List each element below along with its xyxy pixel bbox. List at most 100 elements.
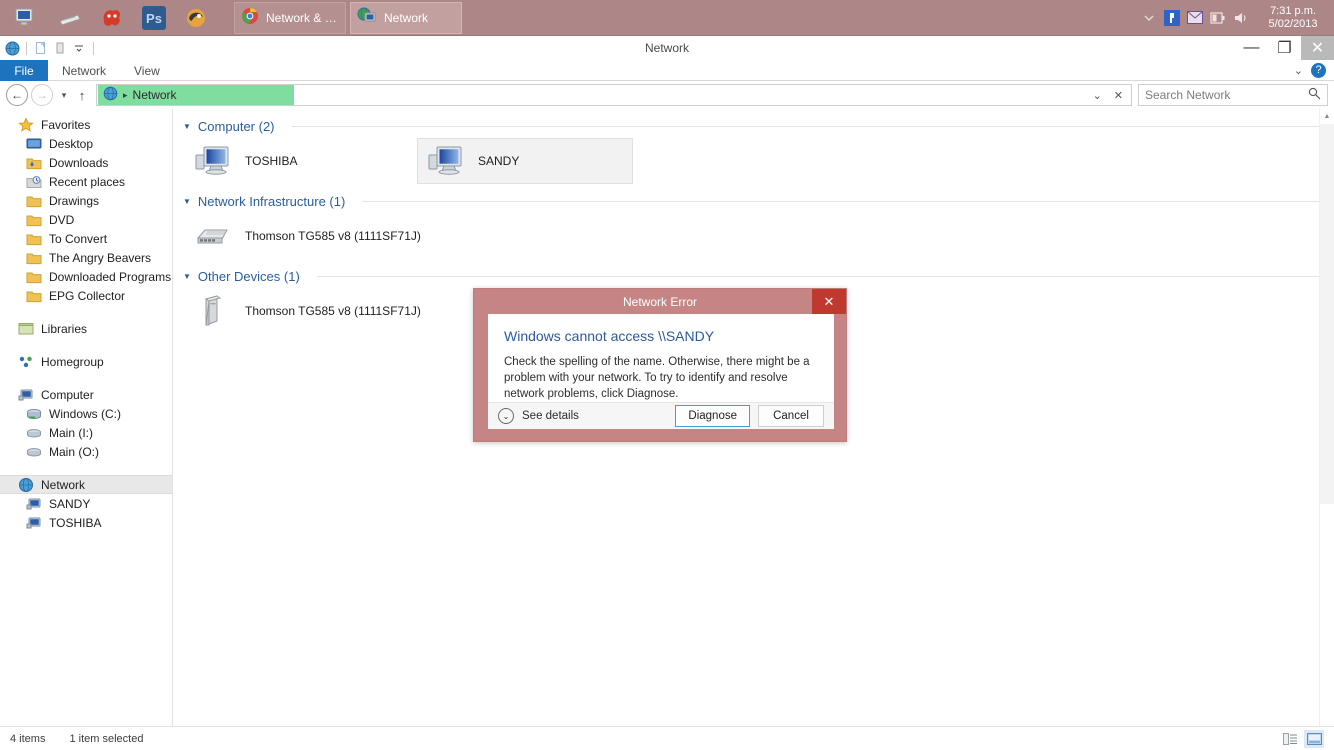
sidebar-item-downloads[interactable]: Downloads [0, 153, 172, 172]
sidebar-item-label: Windows (C:) [49, 406, 122, 421]
sidebar-item-label: Desktop [49, 136, 94, 151]
search-input[interactable]: Search Network [1138, 84, 1328, 106]
sidebar-item-label: EPG Collector [49, 288, 126, 303]
vertical-scrollbar[interactable]: ▲ [1319, 109, 1334, 729]
tab-network[interactable]: Network [48, 60, 120, 81]
sidebar-item-computer[interactable]: Computer [0, 385, 172, 404]
sidebar-item-homegroup[interactable]: Homegroup [0, 352, 172, 371]
sidebar-item-desktop[interactable]: Desktop [0, 134, 172, 153]
sidebar-item-label: Homegroup [41, 354, 104, 369]
recent-locations-button[interactable]: ▾ [56, 90, 72, 101]
sidebar-item-the-angry-beavers[interactable]: The Angry Beavers [0, 248, 172, 267]
tray-battery-icon[interactable] [1210, 10, 1226, 26]
scanner-icon[interactable] [50, 2, 90, 34]
sidebar-item-label: TOSHIBA [49, 515, 102, 530]
sidebar-item-windows-c[interactable]: Windows (C:) [0, 404, 172, 423]
sidebar-item-epg-collector[interactable]: EPG Collector [0, 286, 172, 305]
cancel-button[interactable]: Cancel [758, 405, 824, 427]
dialog-title-bar: Network Error ✕ [474, 289, 846, 314]
sidebar-item-main-o[interactable]: Main (O:) [0, 442, 172, 461]
sidebar-item-label: Recent places [49, 174, 126, 189]
scrollbar-thumb[interactable] [1320, 124, 1334, 504]
navigation-pane[interactable]: Favorites Desktop Downloads Recent place… [0, 109, 173, 729]
group-header-other-devices[interactable]: ▼ Other Devices (1) [173, 259, 1334, 284]
sidebar-gap-2 [0, 338, 172, 352]
breadcrumb[interactable]: ▸ Network [98, 85, 294, 105]
ribbon-tabs: File Network View ⌄ ? [0, 60, 1334, 81]
tab-view[interactable]: View [120, 60, 174, 81]
sidebar-item-label: Network [41, 477, 86, 492]
group-header-computer[interactable]: ▼ Computer (2) [173, 109, 1334, 134]
breadcrumb-separator: ▸ [123, 89, 128, 100]
dialog-close-button[interactable]: ✕ [812, 289, 846, 314]
tray-action-center-icon[interactable] [1164, 9, 1180, 26]
group-header-network-infrastructure[interactable]: ▼ Network Infrastructure (1) [173, 184, 1334, 209]
gimp-icon[interactable] [92, 2, 132, 34]
search-placeholder: Search Network [1145, 88, 1231, 102]
sidebar-item-recent-places[interactable]: Recent places [0, 172, 172, 191]
folder-icon [26, 212, 42, 228]
tray-mail-icon[interactable] [1187, 10, 1203, 26]
refresh-stop-icon[interactable]: ✕ [1114, 89, 1123, 102]
sidebar-item-dvd[interactable]: DVD [0, 210, 172, 229]
title-bar: Network — ❐ ✕ [0, 36, 1334, 60]
back-button[interactable]: ← [6, 84, 28, 106]
taskbar-chrome[interactable]: Network & S... [234, 1, 346, 34]
group-header-label: Computer (2) [197, 119, 275, 134]
tray-overflow-chevron[interactable] [1141, 10, 1157, 26]
list-item[interactable]: SANDY [417, 138, 633, 184]
sidebar-item-favorites[interactable]: Favorites [0, 115, 172, 134]
status-bar: 4 items 1 item selected [0, 726, 1334, 750]
system-tray: 7:31 p.m. 5/02/2013 [1141, 0, 1334, 36]
help-icon[interactable]: ? [1311, 62, 1326, 78]
photoshop-icon[interactable]: Ps [134, 2, 174, 34]
computer-icon[interactable] [8, 2, 48, 34]
sidebar-item-label: Computer [41, 387, 94, 402]
sidebar-item-label: Main (I:) [49, 425, 94, 440]
address-bar[interactable]: ▸ Network ⌄ ✕ [96, 84, 1132, 106]
collapse-triangle-icon[interactable]: ▼ [183, 197, 191, 206]
sidebar-item-label: Main (O:) [49, 444, 100, 459]
sidebar-item-network[interactable]: Network [0, 475, 172, 494]
sidebar-item-drawings[interactable]: Drawings [0, 191, 172, 210]
drive-icon [26, 444, 42, 460]
see-details-toggle[interactable]: ⌄ See details [498, 408, 579, 424]
chevron-down-icon[interactable]: ⌄ [1294, 64, 1303, 77]
tray-volume-icon[interactable] [1233, 10, 1249, 26]
folder-icon [26, 231, 42, 247]
diagnose-button[interactable]: Diagnose [675, 405, 750, 427]
list-item[interactable]: Thomson TG585 v8 (1111SF71J) [185, 288, 485, 334]
collapse-triangle-icon[interactable]: ▼ [183, 122, 191, 131]
sidebar-item-to-convert[interactable]: To Convert [0, 229, 172, 248]
sidebar-item-label: The Angry Beavers [49, 250, 152, 265]
address-dropdown-icon[interactable]: ⌄ [1093, 89, 1102, 102]
sidebar-item-toshiba[interactable]: TOSHIBA [0, 513, 172, 532]
collapse-triangle-icon[interactable]: ▼ [183, 272, 191, 281]
sidebar-item-libraries[interactable]: Libraries [0, 319, 172, 338]
list-item[interactable]: Thomson TG585 v8 (1111SF71J) [185, 213, 485, 259]
large-icons-view-button[interactable] [1304, 729, 1324, 748]
sidebar-item-main-i[interactable]: Main (I:) [0, 423, 172, 442]
list-item[interactable]: TOSHIBA [185, 138, 401, 184]
clock[interactable]: 7:31 p.m. 5/02/2013 [1260, 5, 1326, 31]
tab-file[interactable]: File [0, 60, 48, 81]
network-error-dialog: Network Error ✕ Windows cannot access \\… [473, 288, 847, 442]
sidebar-item-downloaded-programs[interactable]: Downloaded Programs [0, 267, 172, 286]
dialog-title: Network Error [622, 294, 697, 309]
taskbar-explorer[interactable]: Network [350, 1, 462, 34]
details-view-button[interactable] [1280, 730, 1300, 748]
scrollbar-up-arrow[interactable]: ▲ [1320, 109, 1334, 124]
sidebar-item-label: Downloaded Programs [49, 269, 172, 284]
firefox-icon[interactable] [176, 2, 216, 34]
search-icon[interactable] [1308, 87, 1321, 103]
computer-icon [18, 387, 34, 403]
up-button[interactable]: ↑ [72, 88, 92, 103]
dialog-message: Check the spelling of the name. Otherwis… [504, 356, 810, 400]
selection-status: 1 item selected [69, 732, 144, 745]
sidebar-item-sandy[interactable]: SANDY [0, 494, 172, 513]
sidebar-item-label: SANDY [49, 496, 91, 511]
computer-icon [426, 141, 466, 181]
group-header-label: Other Devices (1) [197, 269, 300, 284]
dialog-buttons: Diagnose Cancel [675, 405, 824, 427]
forward-button[interactable]: → [31, 84, 53, 106]
